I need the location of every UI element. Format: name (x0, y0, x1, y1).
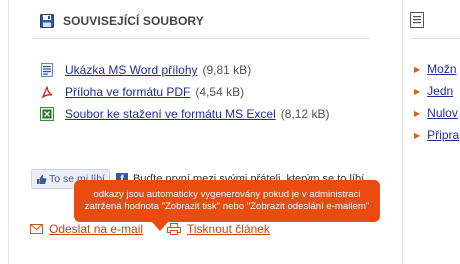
right-link[interactable]: Připra (427, 128, 459, 142)
arrow-right-icon: ▶ (414, 86, 421, 96)
right-link[interactable]: Jedn (427, 84, 453, 98)
title-divider (32, 38, 370, 39)
email-action[interactable]: Odeslat na e-mail (30, 222, 143, 236)
print-action[interactable]: Tisknout článek (167, 222, 270, 236)
related-files-title: SOUVISEJÍCÍ SOUBORY (40, 14, 204, 28)
excel-icon (40, 107, 54, 121)
tooltip-line-1: odkazy jsou automaticky vygenerovány pok… (93, 189, 361, 200)
file-list: Ukázka MS Word přílohy (9,81 kB) Příloha… (40, 59, 329, 125)
right-link-list: ▶ Možn ▶ Jedn ▶ Nulov ▶ Připra (414, 58, 459, 146)
send-email-link[interactable]: Odeslat na e-mail (49, 222, 143, 236)
file-size: (9,81 kB) (202, 63, 252, 77)
thumbs-up-icon (37, 174, 47, 184)
pdf-icon (40, 85, 54, 99)
right-link[interactable]: Možn (427, 62, 456, 76)
related-files-heading: SOUVISEJÍCÍ SOUBORY (63, 14, 204, 28)
arrow-right-icon: ▶ (414, 108, 421, 118)
right-list-item: ▶ Nulov (414, 102, 459, 124)
column-divider (402, 0, 403, 264)
right-list-item: ▶ Jedn (414, 80, 459, 102)
info-tooltip: odkazy jsou automaticky vygenerovány pok… (74, 180, 380, 222)
right-list-item: ▶ Možn (414, 58, 459, 80)
file-size: (8,12 kB) (280, 107, 330, 121)
word-doc-icon (40, 63, 54, 77)
right-link[interactable]: Nulov (427, 106, 458, 120)
tooltip-line-2: zatržená hodnota "Zobrazit tisk" nebo "Z… (84, 201, 370, 212)
file-link-pdf[interactable]: Příloha ve formátu PDF (65, 85, 190, 99)
print-article-link[interactable]: Tisknout článek (187, 222, 270, 236)
file-link-word[interactable]: Ukázka MS Word přílohy (65, 63, 198, 77)
file-link-excel[interactable]: Soubor ke stažení ve formátu MS Excel (65, 107, 276, 121)
envelope-icon (30, 224, 43, 234)
file-item-pdf: Příloha ve formátu PDF (4,54 kB) (40, 81, 329, 103)
right-title-divider (410, 38, 460, 39)
tooltip-arrow (152, 222, 168, 231)
arrow-right-icon: ▶ (414, 130, 421, 140)
file-size: (4,54 kB) (195, 85, 245, 99)
printer-icon (167, 223, 181, 235)
right-list-item: ▶ Připra (414, 124, 459, 146)
right-box-title (410, 12, 433, 28)
arrow-right-icon: ▶ (414, 64, 421, 74)
file-item-excel: Soubor ke stažení ve formátu MS Excel (8… (40, 103, 329, 125)
file-item-word: Ukázka MS Word přílohy (9,81 kB) (40, 59, 329, 81)
save-disk-icon (40, 14, 54, 28)
document-icon (410, 12, 424, 28)
